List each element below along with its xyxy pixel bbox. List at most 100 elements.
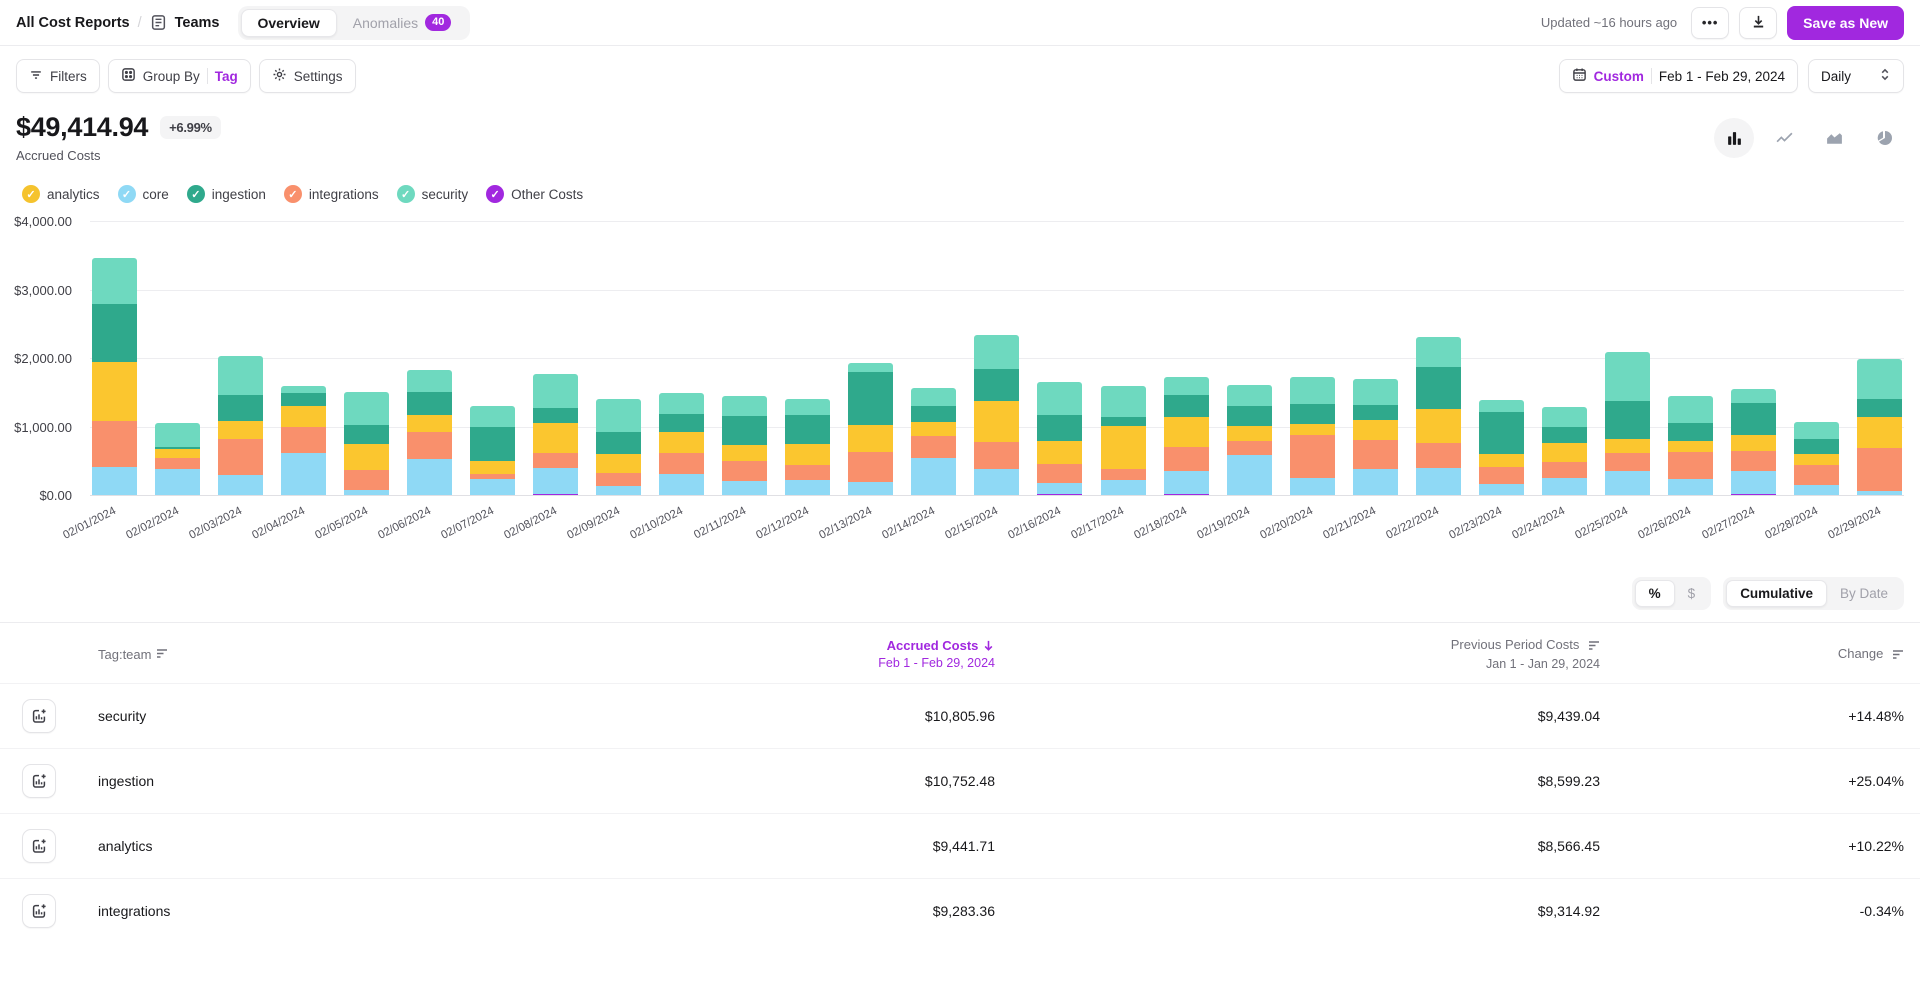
mode-by-date-toggle[interactable]: By Date <box>1827 581 1901 606</box>
bar-segment-other-costs <box>1731 494 1776 495</box>
bar-02/17/2024[interactable]: 02/17/2024 <box>1101 386 1146 495</box>
bar-segment-core <box>848 482 893 495</box>
bar-segment-ingestion <box>1416 367 1461 409</box>
bar-02/18/2024[interactable]: 02/18/2024 <box>1164 377 1209 495</box>
bar-02/14/2024[interactable]: 02/14/2024 <box>911 388 956 495</box>
bar-segment-ingestion <box>1605 401 1650 439</box>
bar-02/26/2024[interactable]: 02/26/2024 <box>1668 396 1713 495</box>
add-to-chart-button[interactable] <box>22 699 56 733</box>
add-to-chart-button[interactable] <box>22 829 56 863</box>
bar-segment-analytics <box>407 415 452 432</box>
bar-02/06/2024[interactable]: 02/06/2024 <box>407 370 452 495</box>
bar-segment-integrations <box>407 432 452 459</box>
filters-button[interactable]: Filters <box>16 59 100 93</box>
bar-segment-ingestion <box>974 369 1019 401</box>
row-accrued-cost: $9,441.71 <box>496 838 995 854</box>
bar-segment-ingestion <box>1857 399 1902 417</box>
bar-segment-analytics <box>344 444 389 471</box>
bar-segment-analytics <box>1605 439 1650 453</box>
unit-percent-toggle[interactable]: % <box>1635 580 1675 607</box>
bar-segment-ingestion <box>1668 423 1713 440</box>
legend-item-core[interactable]: ✓core <box>118 185 169 203</box>
bar-02/03/2024[interactable]: 02/03/2024 <box>218 356 263 495</box>
bar-02/28/2024[interactable]: 02/28/2024 <box>1794 422 1839 495</box>
x-axis-tick-label: 02/24/2024 <box>1511 505 1568 542</box>
add-to-chart-button[interactable] <box>22 894 56 928</box>
bar-02/08/2024[interactable]: 02/08/2024 <box>533 374 578 495</box>
pie-chart-icon[interactable] <box>1864 118 1904 158</box>
bar-02/20/2024[interactable]: 02/20/2024 <box>1290 377 1335 495</box>
chart-plus-icon <box>31 773 47 789</box>
bar-02/27/2024[interactable]: 02/27/2024 <box>1731 389 1776 495</box>
bar-02/15/2024[interactable]: 02/15/2024 <box>974 335 1019 495</box>
bar-chart-icon[interactable] <box>1714 118 1754 158</box>
column-header-change[interactable]: Change <box>1600 646 1904 663</box>
bar-02/13/2024[interactable]: 02/13/2024 <box>848 363 893 495</box>
bar-02/22/2024[interactable]: 02/22/2024 <box>1416 337 1461 495</box>
bar-segment-core <box>218 475 263 495</box>
area-chart-icon[interactable] <box>1814 118 1854 158</box>
legend-item-other-costs[interactable]: ✓Other Costs <box>486 185 583 203</box>
total-cost-label: Accrued Costs <box>16 148 221 163</box>
tab-overview[interactable]: Overview <box>241 9 337 37</box>
legend-item-security[interactable]: ✓security <box>397 185 469 203</box>
bar-segment-integrations <box>1857 448 1902 490</box>
tab-anomalies[interactable]: Anomalies 40 <box>337 9 468 36</box>
granularity-select[interactable]: Daily <box>1808 59 1904 93</box>
legend-item-ingestion[interactable]: ✓ingestion <box>187 185 266 203</box>
table-row-security: security$10,805.96$9,439.04+14.48% <box>0 683 1920 748</box>
save-as-new-button[interactable]: Save as New <box>1787 6 1904 40</box>
bar-segment-analytics <box>596 454 641 473</box>
line-chart-icon[interactable] <box>1764 118 1804 158</box>
bar-02/01/2024[interactable]: 02/01/2024 <box>92 258 137 495</box>
bar-segment-security <box>1227 385 1272 406</box>
divider <box>1651 68 1652 84</box>
legend-item-integrations[interactable]: ✓integrations <box>284 185 379 203</box>
bar-segment-ingestion <box>848 372 893 425</box>
bar-02/23/2024[interactable]: 02/23/2024 <box>1479 400 1524 495</box>
bar-segment-security <box>1794 422 1839 439</box>
y-axis-tick-label: $3,000.00 <box>0 283 72 298</box>
bar-segment-analytics <box>1857 417 1902 448</box>
mode-cumulative-toggle[interactable]: Cumulative <box>1726 580 1827 607</box>
x-axis-tick-label: 02/22/2024 <box>1385 505 1442 542</box>
row-accrued-cost: $10,805.96 <box>496 708 995 724</box>
bar-02/16/2024[interactable]: 02/16/2024 <box>1037 382 1082 495</box>
bar-02/19/2024[interactable]: 02/19/2024 <box>1227 385 1272 495</box>
bar-segment-integrations <box>974 442 1019 468</box>
divider <box>207 68 208 84</box>
check-circle-icon: ✓ <box>284 185 302 203</box>
row-previous-cost: $9,314.92 <box>995 903 1600 919</box>
bar-02/05/2024[interactable]: 02/05/2024 <box>344 392 389 495</box>
breadcrumb-root[interactable]: All Cost Reports <box>16 15 130 31</box>
date-range-picker[interactable]: Custom Feb 1 - Feb 29, 2024 <box>1559 59 1798 93</box>
bar-02/21/2024[interactable]: 02/21/2024 <box>1353 379 1398 495</box>
x-axis-tick-label: 02/01/2024 <box>61 505 118 542</box>
bar-02/25/2024[interactable]: 02/25/2024 <box>1605 352 1650 495</box>
column-header-tag-team[interactable]: Tag:team <box>82 647 496 662</box>
bar-02/04/2024[interactable]: 02/04/2024 <box>281 386 326 495</box>
unit-dollar-toggle[interactable]: $ <box>1675 581 1709 606</box>
x-axis-tick-label: 02/05/2024 <box>313 505 370 542</box>
bar-02/07/2024[interactable]: 02/07/2024 <box>470 406 515 495</box>
more-actions-button[interactable]: ••• <box>1691 7 1729 39</box>
add-to-chart-button[interactable] <box>22 764 56 798</box>
bar-02/10/2024[interactable]: 02/10/2024 <box>659 393 704 495</box>
bar-02/29/2024[interactable]: 02/29/2024 <box>1857 359 1902 495</box>
bar-02/02/2024[interactable]: 02/02/2024 <box>155 423 200 495</box>
bar-02/12/2024[interactable]: 02/12/2024 <box>785 399 830 495</box>
column-header-previous-period[interactable]: Previous Period Costs Jan 1 - Jan 29, 20… <box>995 637 1600 671</box>
chart-type-toggle <box>1714 118 1904 158</box>
settings-button[interactable]: Settings <box>259 59 356 93</box>
bar-segment-core <box>1037 483 1082 494</box>
bar-02/11/2024[interactable]: 02/11/2024 <box>722 396 767 495</box>
bar-02/09/2024[interactable]: 02/09/2024 <box>596 399 641 495</box>
bar-segment-core <box>659 474 704 495</box>
group-by-button[interactable]: Group By Tag <box>108 59 251 93</box>
legend-item-analytics[interactable]: ✓analytics <box>22 185 100 203</box>
download-button[interactable] <box>1739 7 1777 39</box>
bar-segment-analytics <box>848 425 893 452</box>
y-axis-tick-label: $1,000.00 <box>0 420 72 435</box>
column-header-accrued-costs[interactable]: Accrued Costs Feb 1 - Feb 29, 2024 <box>496 638 995 670</box>
bar-02/24/2024[interactable]: 02/24/2024 <box>1542 407 1587 495</box>
